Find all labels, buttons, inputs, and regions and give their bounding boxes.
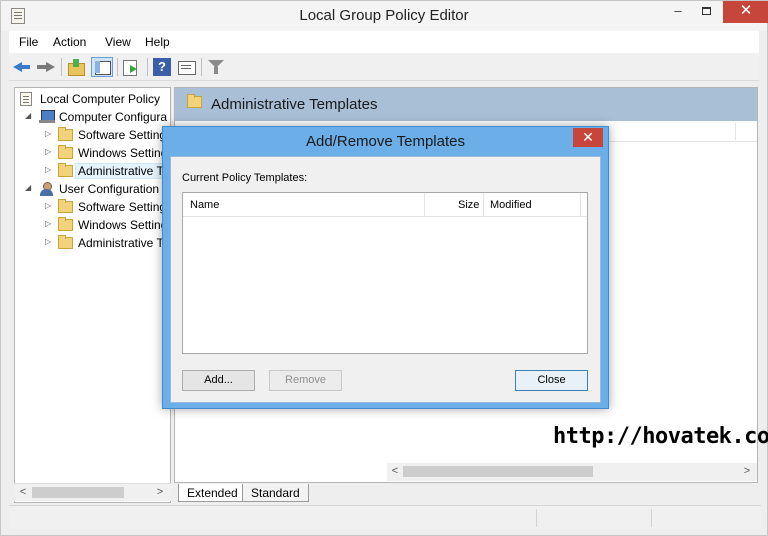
remove-button[interactable]: Remove [269,370,342,391]
folder-icon [58,145,73,159]
back-arrow-icon[interactable] [13,58,31,76]
collapsed-icon[interactable]: ▷ [45,148,53,156]
folder-icon [58,127,73,141]
scroll-left-arrow[interactable]: < [17,485,29,499]
computer-icon [39,110,55,124]
collapsed-icon[interactable]: ▷ [45,130,53,138]
folder-icon [58,217,73,231]
current-templates-label: Current Policy Templates: [182,172,308,184]
templates-list-header: Name Size Modified [183,193,587,217]
console-tree[interactable]: Local Computer Policy ◢ Computer Configu… [14,87,171,503]
status-separator [536,509,537,527]
dialog-close-button[interactable]: ✕ [573,128,603,147]
window-title: Local Group Policy Editor [299,7,469,24]
user-icon [39,182,55,196]
collapsed-icon[interactable]: ▷ [45,202,53,210]
add-remove-templates-dialog: Add/Remove Templates ✕ Current Policy Te… [162,126,609,409]
menu-view[interactable]: View [105,35,131,49]
expanded-icon[interactable]: ◢ [25,112,33,120]
status-bar [9,505,761,529]
toolbar-separator [61,58,62,76]
tab-extended[interactable]: Extended [178,484,247,502]
scroll-left-arrow[interactable]: < [389,464,401,478]
view-tabs: Extended Standard [174,483,758,503]
collapsed-icon[interactable]: ▷ [45,238,53,246]
show-hide-console-tree-icon[interactable] [91,57,113,77]
add-button[interactable]: Add... [182,370,255,391]
close-button[interactable]: Close [515,370,588,391]
toolbar: ? [9,53,759,81]
status-separator [651,509,652,527]
toolbar-separator [147,58,148,76]
export-list-icon[interactable] [121,58,139,76]
menu-action[interactable]: Action [53,35,86,49]
window-close-button[interactable]: ✕ [723,1,768,23]
help-icon[interactable]: ? [153,58,171,76]
column-separator[interactable] [424,193,425,217]
scroll-right-arrow[interactable]: > [741,464,753,478]
policy-document-icon [20,92,32,106]
details-pane-header: Administrative Templates [175,88,757,121]
details-pane-title: Administrative Templates [211,96,378,113]
folder-icon [58,163,73,177]
menu-help[interactable]: Help [145,35,170,49]
folder-icon [58,199,73,213]
column-separator[interactable] [483,193,484,217]
templates-list[interactable]: Name Size Modified [182,192,588,354]
collapsed-icon[interactable]: ▷ [45,220,53,228]
up-one-level-icon[interactable] [67,58,85,76]
details-horizontal-scrollbar[interactable]: < > [387,463,757,481]
maximize-button[interactable] [692,1,720,23]
maximize-icon [701,7,711,15]
properties-icon[interactable] [177,58,196,76]
column-modified[interactable]: Modified [490,199,532,211]
dialog-title: Add/Remove Templates [306,133,465,150]
toolbar-separator [201,58,202,76]
watermark-text: http://hovatek.com [553,424,768,449]
folder-icon [58,235,73,249]
tree-horizontal-scrollbar[interactable]: < > [14,483,171,501]
minimize-button[interactable]: – [664,1,692,23]
column-separator[interactable] [580,193,581,217]
column-name[interactable]: Name [190,199,219,211]
menu-file[interactable]: File [19,35,38,49]
forward-arrow-icon[interactable] [37,58,55,76]
scroll-thumb[interactable] [403,466,593,477]
collapsed-icon[interactable]: ▷ [45,166,53,174]
filter-icon[interactable] [207,58,225,76]
menu-bar: File Action View Help [9,31,759,53]
toolbar-separator [117,58,118,76]
expanded-icon[interactable]: ◢ [25,184,33,192]
title-bar[interactable]: Local Group Policy Editor – ✕ [1,1,768,31]
scroll-right-arrow[interactable]: > [154,485,166,499]
column-size[interactable]: Size [458,199,479,211]
tab-standard[interactable]: Standard [242,484,309,502]
folder-icon [187,94,202,108]
dialog-body: Current Policy Templates: Name Size Modi… [170,156,601,403]
scroll-thumb[interactable] [32,487,124,498]
